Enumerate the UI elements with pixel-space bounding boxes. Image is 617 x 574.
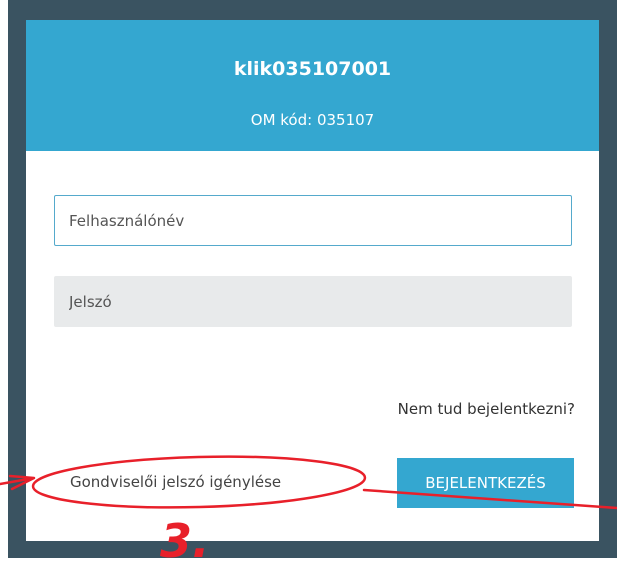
guardian-password-request-link[interactable]: Gondviselői jelszó igénylése (70, 473, 281, 491)
school-name: klik035107001 (233, 58, 392, 80)
password-input[interactable] (54, 276, 572, 327)
username-input[interactable] (54, 195, 572, 246)
forgot-login-link[interactable]: Nem tud bejelentkezni? (398, 400, 575, 418)
om-code: OM kód: 035107 (250, 111, 375, 129)
annotation-step-number: 3. (160, 514, 210, 568)
login-button[interactable]: BEJELENTKEZÉS (397, 458, 574, 508)
card-header: klik035107001 OM kód: 035107 (26, 20, 599, 151)
login-card: klik035107001 OM kód: 035107 Nem tud bej… (26, 20, 599, 541)
